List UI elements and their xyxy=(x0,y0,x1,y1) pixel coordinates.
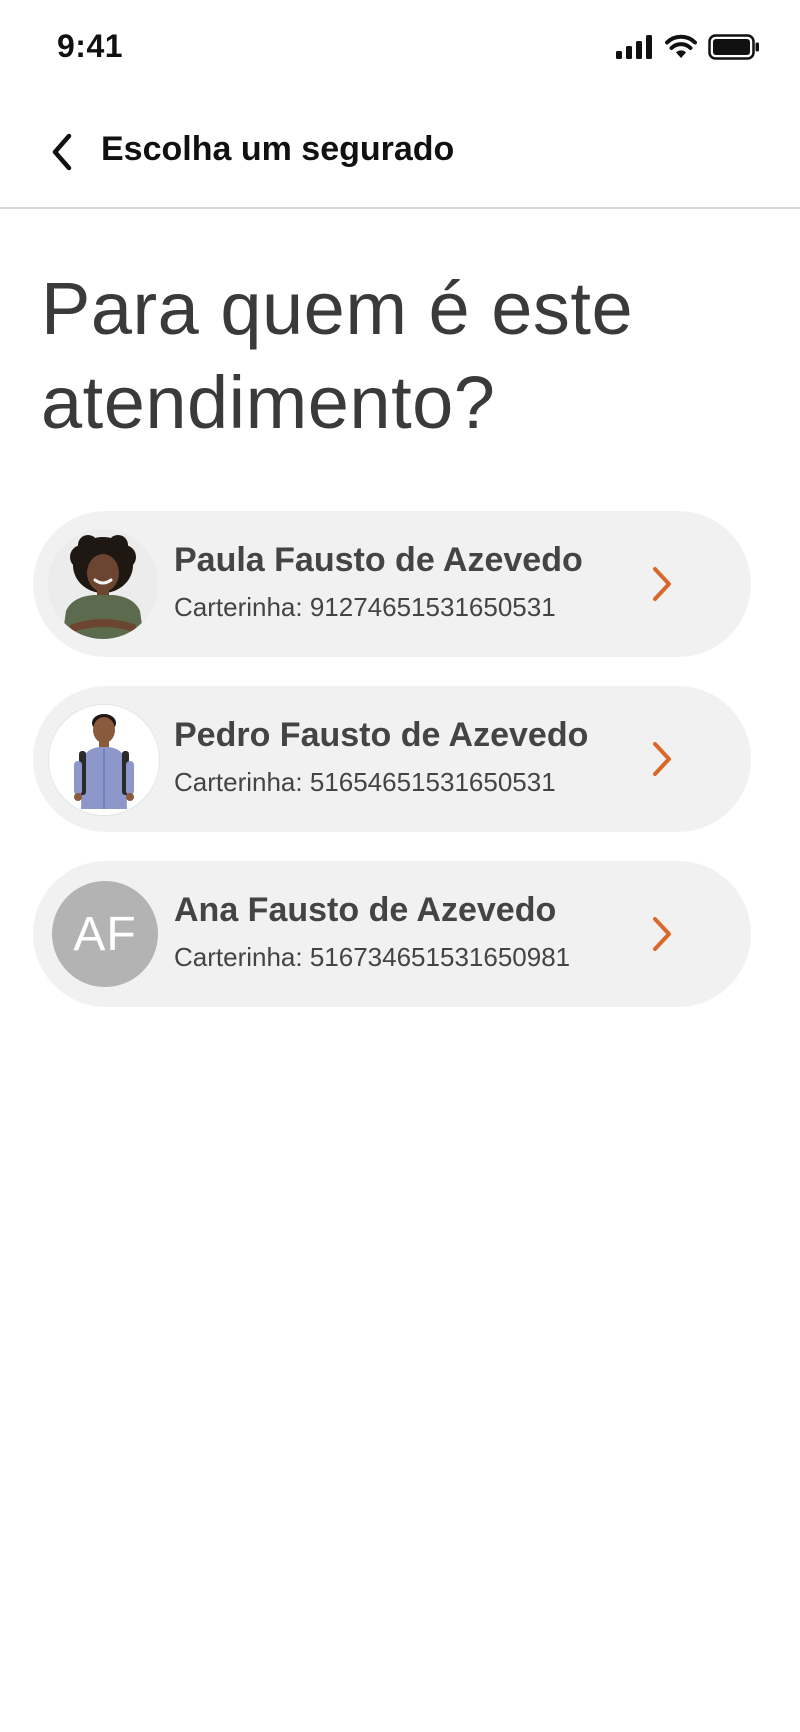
battery-icon xyxy=(708,34,759,60)
page-title: Para quem é este atendimento? xyxy=(41,267,634,444)
person-photo xyxy=(49,705,159,815)
insured-card[interactable]: AF Ana Fausto de Azevedo Carterinha: 516… xyxy=(33,861,751,1007)
insured-card[interactable]: Paula Fausto de Azevedo Carterinha: 9127… xyxy=(33,511,751,657)
status-icons xyxy=(616,34,760,60)
chevron-right-icon xyxy=(653,742,671,776)
header: Escolha um segurado xyxy=(0,100,800,209)
insured-list: Paula Fausto de Azevedo Carterinha: 9127… xyxy=(33,511,751,1036)
chevron-right-icon xyxy=(653,917,671,951)
insured-card-number: Carterinha: 51654651531650531 xyxy=(174,767,556,797)
insured-card[interactable]: Pedro Fausto de Azevedo Carterinha: 5165… xyxy=(33,686,751,832)
status-time: 9:41 xyxy=(57,28,124,64)
chevron-left-icon xyxy=(52,133,72,171)
insured-card-number: Carterinha: 91274651531650531 xyxy=(174,592,556,622)
back-button[interactable] xyxy=(36,126,88,178)
insured-name: Paula Fausto de Azevedo xyxy=(174,541,583,579)
insured-name: Ana Fausto de Azevedo xyxy=(174,891,557,929)
insured-name: Pedro Fausto de Azevedo xyxy=(174,716,589,754)
status-bar: 9:41 xyxy=(0,0,800,100)
chevron-right-icon xyxy=(653,567,671,601)
insured-card-number: Carterinha: 516734651531650981 xyxy=(174,942,571,972)
avatar xyxy=(48,529,158,639)
wifi-icon xyxy=(665,34,697,58)
signal-icon xyxy=(616,35,652,59)
avatar xyxy=(48,704,160,816)
person-photo xyxy=(48,529,158,639)
avatar-initials: AF xyxy=(52,881,158,987)
header-title: Escolha um segurado xyxy=(101,130,455,168)
